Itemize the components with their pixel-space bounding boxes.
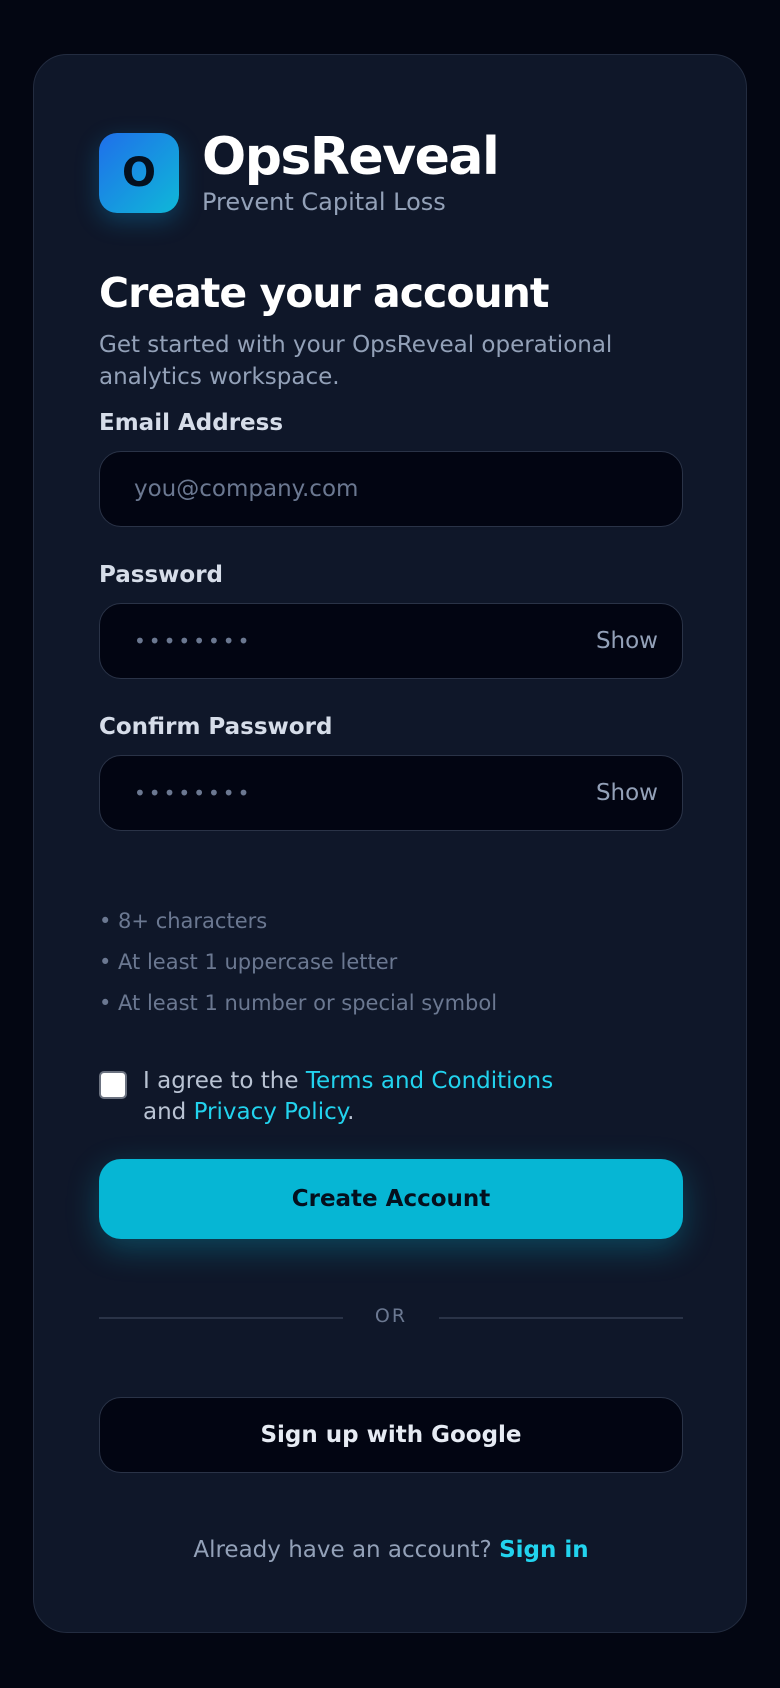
or-divider: OR <box>99 1305 683 1329</box>
email-label: Email Address <box>99 410 284 436</box>
confirm-password-show-toggle[interactable]: Show <box>596 780 658 806</box>
signin-link[interactable]: Sign in <box>499 1537 589 1563</box>
password-field[interactable]: •••••••• Show <box>99 603 683 679</box>
password-show-toggle[interactable]: Show <box>596 628 658 654</box>
divider-label: OR <box>374 1305 408 1327</box>
divider-line-right <box>439 1317 683 1319</box>
password-requirements: • 8+ characters • At least 1 uppercase l… <box>99 901 497 1024</box>
terms-suffix: . <box>347 1099 355 1125</box>
brand-name: OpsReveal <box>202 127 500 187</box>
email-input[interactable] <box>134 476 658 502</box>
brand-header: O OpsReveal Prevent Capital Loss <box>99 127 500 217</box>
google-signup-button[interactable]: Sign up with Google <box>99 1397 683 1473</box>
email-field-wrapper <box>99 451 683 527</box>
signup-card: O OpsReveal Prevent Capital Loss Create … <box>33 54 747 1633</box>
terms-agreement: I agree to the Terms and Conditions and … <box>99 1066 603 1128</box>
terms-checkbox[interactable] <box>99 1071 127 1099</box>
create-account-button[interactable]: Create Account <box>99 1159 683 1239</box>
confirm-password-label: Confirm Password <box>99 714 333 740</box>
page-title: Create your account <box>99 269 549 317</box>
brand-tagline: Prevent Capital Loss <box>202 188 446 217</box>
signin-prompt: Already have an account? Sign in <box>34 1537 748 1563</box>
requirement-item: • 8+ characters <box>99 909 268 933</box>
brand-text: OpsReveal Prevent Capital Loss <box>202 127 500 217</box>
confirm-password-value: •••••••• <box>134 781 253 805</box>
privacy-link[interactable]: Privacy Policy <box>194 1099 347 1125</box>
app-logo: O <box>99 132 179 213</box>
signin-prompt-text: Already have an account? <box>193 1537 500 1563</box>
page-subtitle: Get started with your OpsReveal operatio… <box>99 332 613 390</box>
terms-middle: and <box>143 1099 194 1125</box>
terms-link[interactable]: Terms and Conditions <box>306 1068 553 1094</box>
requirement-item: • At least 1 uppercase letter <box>99 950 398 974</box>
confirm-password-field[interactable]: •••••••• Show <box>99 755 683 831</box>
password-label: Password <box>99 562 223 588</box>
terms-text: I agree to the Terms and Conditions and … <box>143 1066 603 1128</box>
requirement-item: • At least 1 number or special symbol <box>99 991 498 1015</box>
terms-prefix: I agree to the <box>143 1068 306 1094</box>
password-value: •••••••• <box>134 629 253 653</box>
